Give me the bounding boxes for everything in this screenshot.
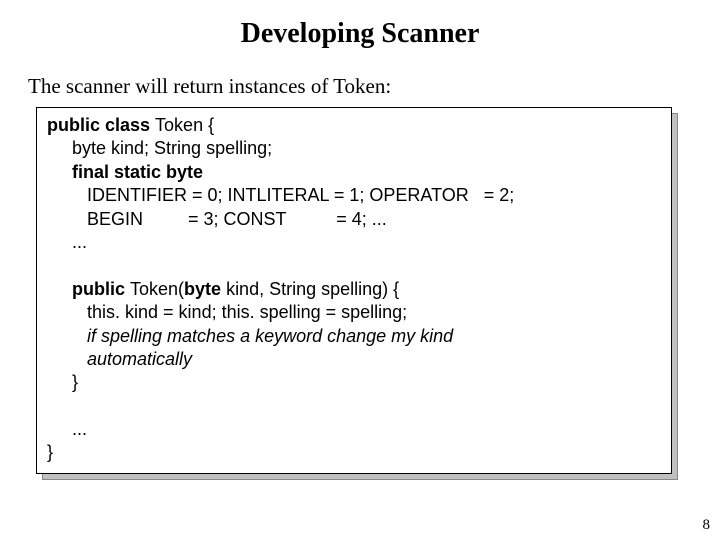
kw-public: public <box>47 279 130 299</box>
code-line: final static byte <box>47 161 661 184</box>
code-blank <box>47 254 661 277</box>
intro-text: The scanner will return instances of Tok… <box>24 74 696 99</box>
code-text: kind, String spelling) { <box>226 279 404 299</box>
code-line: byte kind; String spelling; <box>47 137 661 160</box>
code-line: this. kind = kind; this. spelling = spel… <box>47 301 661 324</box>
code-text: Token { <box>155 115 219 135</box>
code-line: public class Token { <box>47 114 661 137</box>
code-line: ... <box>47 231 661 254</box>
code-line: if spelling matches a keyword change my … <box>47 325 661 348</box>
code-box: public class Token { byte kind; String s… <box>36 107 672 474</box>
code-line: ... <box>47 418 661 441</box>
code-blank <box>47 395 661 418</box>
code-line: BEGIN = 3; CONST = 4; ... <box>47 208 661 231</box>
code-line: public Token(byte kind, String spelling)… <box>47 278 661 301</box>
slide-title: Developing Scanner <box>24 18 696 50</box>
kw-byte: byte <box>184 279 226 299</box>
code-line: IDENTIFIER = 0; INTLITERAL = 1; OPERATOR… <box>47 184 661 207</box>
code-line: } <box>47 371 661 394</box>
code-box-wrapper: public class Token { byte kind; String s… <box>36 107 672 474</box>
code-line: } <box>47 441 661 464</box>
page-number: 8 <box>703 517 711 534</box>
code-text: Token( <box>130 279 184 299</box>
kw-public-class: public class <box>47 115 155 135</box>
code-line: automatically <box>47 348 661 371</box>
